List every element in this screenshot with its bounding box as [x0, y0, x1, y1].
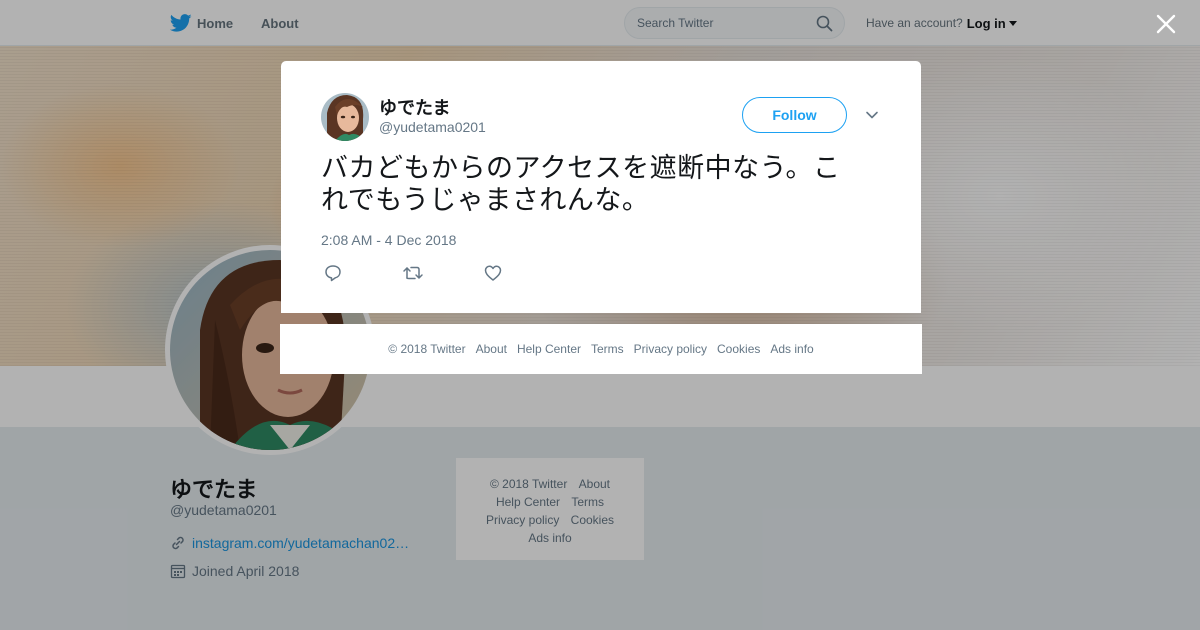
retweet-icon[interactable]: [402, 263, 424, 283]
tweet-timestamp[interactable]: 2:08 AM - 4 Dec 2018: [321, 232, 456, 248]
tweet-author-name[interactable]: ゆでたま: [379, 94, 450, 120]
tweet-permalink-card: ゆでたま @yudetama0201 Follow バカどもからのアクセスを遮断…: [281, 61, 921, 313]
modal-footer-about[interactable]: About: [476, 342, 507, 356]
modal-footer-copyright: © 2018 Twitter: [388, 342, 466, 356]
modal-footer-cookies[interactable]: Cookies: [717, 342, 760, 356]
follow-button[interactable]: Follow: [742, 97, 847, 133]
modal-footer-ads-info[interactable]: Ads info: [770, 342, 813, 356]
tweet-text-line-1: バカどもからのアクセスを遮断中なう。こ: [321, 153, 841, 184]
like-heart-icon[interactable]: [483, 263, 503, 283]
tweet-text: バカどもからのアクセスを遮断中なう。こ れでもうじゃまされんな。: [321, 153, 881, 217]
modal-footer: © 2018 Twitter About Help Center Terms P…: [280, 324, 922, 374]
reply-icon[interactable]: [323, 263, 343, 283]
modal-footer-help-center[interactable]: Help Center: [517, 342, 581, 356]
tweet-author-handle[interactable]: @yudetama0201: [379, 119, 486, 135]
modal-footer-privacy[interactable]: Privacy policy: [634, 342, 707, 356]
tweet-author-avatar[interactable]: [321, 93, 369, 141]
chevron-down-icon[interactable]: [865, 108, 879, 122]
tweet-text-line-2: れでもうじゃまされんな。: [321, 185, 650, 216]
tweet-avatar-image: [321, 93, 369, 141]
modal-footer-terms[interactable]: Terms: [591, 342, 624, 356]
close-icon[interactable]: [1154, 12, 1178, 36]
